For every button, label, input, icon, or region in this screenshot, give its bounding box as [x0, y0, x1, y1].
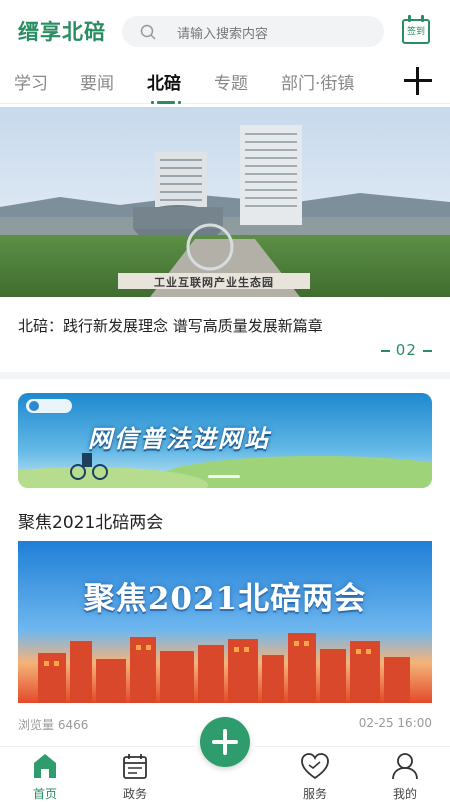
view-count: 浏览量 6466 [18, 718, 89, 732]
app-logo[interactable]: 缙享北碚 [18, 16, 106, 46]
hero-image[interactable]: 工业互联网产业生态园 [0, 107, 450, 297]
signin-label: 签到 [406, 27, 425, 37]
promo-banner[interactable]: 网信普法进网站 [18, 393, 432, 488]
section-divider [0, 372, 450, 379]
search-bar[interactable]: 请输入搜索内容 [122, 16, 384, 47]
calendar-icon [123, 754, 147, 779]
add-channel-icon[interactable] [404, 67, 432, 95]
tab-departments[interactable]: 部门·街镇 [281, 69, 354, 94]
banner-page-indicator [208, 475, 240, 478]
article-poster[interactable]: 聚焦2021北碚两会 [18, 541, 432, 703]
section-title[interactable]: 聚焦2021北碚两会 [18, 508, 163, 533]
user-icon [392, 753, 418, 780]
signin-button[interactable]: 签到 [402, 15, 430, 44]
nav-services-label: 服务 [302, 787, 327, 801]
hero-caption[interactable]: 北碚：践行新发展理念 谱写高质量发展新篇章 [18, 315, 323, 336]
banner-text: 网信普法进网站 [88, 425, 270, 453]
heart-icon [301, 753, 329, 780]
hero-page-number: 02 [395, 341, 417, 359]
nav-services[interactable]: 服务 [285, 751, 345, 801]
home-icon [34, 754, 56, 778]
channel-tabs: 学习 要闻 北碚 专题 部门·街镇 [0, 62, 450, 104]
calendar-ring-icon [421, 15, 424, 22]
top-bar: 缙享北碚 请输入搜索内容 签到 [0, 0, 450, 62]
tab-beibei[interactable]: 北碚 [147, 69, 181, 94]
nav-home[interactable]: 首页 [15, 751, 75, 801]
nav-profile[interactable]: 我的 [375, 751, 435, 801]
nav-profile-label: 我的 [392, 787, 417, 801]
nav-government[interactable]: 政务 [105, 751, 165, 801]
calendar-ring-icon [408, 15, 411, 22]
hero-sign-text: 工业互联网产业生态园 [154, 276, 274, 289]
search-icon [140, 24, 156, 44]
hero-page-indicator: 02 [381, 341, 432, 359]
poster-text: 聚焦2021北碚两会 [83, 581, 367, 617]
active-tab-indicator [151, 101, 181, 104]
nav-government-label: 政务 [122, 787, 147, 801]
publish-date: 02-25 16:00 [358, 716, 432, 730]
tab-study[interactable]: 学习 [14, 69, 48, 94]
create-plus-button[interactable] [200, 717, 250, 767]
tab-news[interactable]: 要闻 [80, 69, 114, 94]
search-placeholder[interactable]: 请输入搜索内容 [177, 23, 268, 42]
nav-home-label: 首页 [32, 787, 57, 801]
tab-topics[interactable]: 专题 [214, 69, 248, 94]
